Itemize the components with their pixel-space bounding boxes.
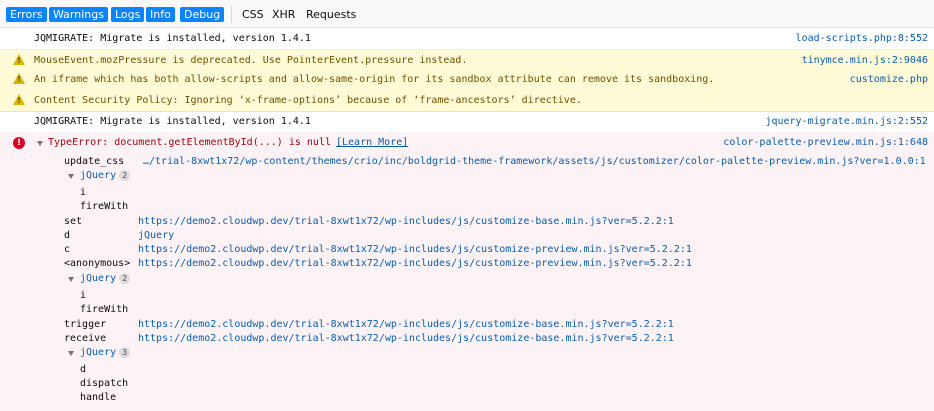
error-source-link[interactable]: color-palette-preview.min.js:1:648: [723, 137, 928, 149]
stack-frame-location[interactable]: jQuery: [138, 230, 174, 242]
stack-frame-function: d: [64, 230, 71, 241]
learn-more-link[interactable]: [Learn More]: [336, 137, 408, 149]
stack-frame-function: set: [64, 216, 83, 227]
filter-errors-button[interactable]: Errors: [6, 7, 47, 22]
stack-frame-function: update_css: [64, 156, 125, 167]
stack-frame-function: d: [80, 364, 87, 375]
stack-frame-location[interactable]: https://demo2.cloudwp.dev/trial-8xwt1x72…: [138, 333, 674, 345]
error-icon: !: [13, 137, 25, 149]
message-source-link[interactable]: load-scripts.php:8:552: [796, 33, 928, 45]
message-text: JQMIGRATE: Migrate is installed, version…: [34, 33, 311, 44]
message-text: An iframe which has both allow-scripts a…: [34, 74, 715, 85]
message-source-link[interactable]: customize.php: [850, 74, 928, 86]
message-text: Content Security Policy: Ignoring ‘x-fra…: [34, 95, 582, 106]
stack-frame-function: c: [64, 244, 71, 255]
group-collapse-icon[interactable]: [68, 351, 74, 356]
group-collapse-icon[interactable]: [68, 277, 74, 282]
filter-requests-button[interactable]: Requests: [302, 7, 360, 22]
message-source-link[interactable]: jquery-migrate.min.js:2:552: [765, 116, 928, 128]
warning-icon: !: [13, 54, 25, 65]
stack-group-jquery[interactable]: jQuery 2: [80, 170, 131, 182]
stack-frame-location[interactable]: https://demo2.cloudwp.dev/trial-8xwt1x72…: [138, 319, 674, 331]
stack-frame-location[interactable]: …/trial-8xwt1x72/wp-content/themes/crio/…: [143, 156, 926, 168]
frame-count-badge: 2: [119, 170, 131, 181]
filter-logs-button[interactable]: Logs: [111, 7, 145, 22]
stack-group-jquery[interactable]: jQuery 3: [80, 347, 131, 359]
console-message-log: JQMIGRATE: Migrate is installed, version…: [0, 111, 934, 133]
console-message-log: JQMIGRATE: Migrate is installed, version…: [0, 28, 934, 50]
filter-css-button[interactable]: CSS: [238, 7, 268, 22]
stack-frame-function: i: [80, 290, 87, 301]
group-collapse-icon[interactable]: [68, 174, 74, 179]
console-filter-toolbar: Errors Warnings Logs Info Debug CSS XHR …: [0, 0, 934, 28]
stack-frame-function: fireWith: [80, 201, 129, 212]
stack-frame-function: i: [80, 187, 87, 198]
message-text: MouseEvent.mozPressure is deprecated. Us…: [34, 55, 468, 66]
stack-frame-function: <anonymous>: [64, 258, 131, 269]
stack-frame-location[interactable]: https://demo2.cloudwp.dev/trial-8xwt1x72…: [138, 216, 674, 228]
console-message-warning: ! An iframe which has both allow-scripts…: [0, 69, 934, 91]
frame-count-badge: 3: [119, 347, 131, 358]
filter-debug-button[interactable]: Debug: [180, 7, 225, 22]
frame-count-badge: 2: [119, 273, 131, 284]
stack-frame-function: trigger: [64, 319, 107, 330]
filter-info-button[interactable]: Info: [146, 7, 175, 22]
stack-frame-location[interactable]: https://demo2.cloudwp.dev/trial-8xwt1x72…: [138, 244, 692, 256]
message-source-link[interactable]: tinymce.min.js:2:9046: [802, 55, 928, 67]
error-expand-icon[interactable]: [37, 141, 43, 146]
stack-frame-function: handle: [80, 392, 117, 403]
stack-frame-location[interactable]: https://demo2.cloudwp.dev/trial-8xwt1x72…: [138, 258, 692, 270]
error-title: TypeError: document.getElementById(...) …: [48, 137, 331, 148]
stack-frame-function: fireWith: [80, 304, 129, 315]
filter-xhr-button[interactable]: XHR: [268, 7, 299, 22]
stack-frame-function: receive: [64, 333, 107, 344]
warning-icon: !: [13, 73, 25, 84]
warning-icon: !: [13, 94, 25, 105]
console-message-error: [0, 132, 934, 411]
stack-group-jquery[interactable]: jQuery 2: [80, 273, 131, 285]
filter-warnings-button[interactable]: Warnings: [49, 7, 108, 22]
stack-frame-function: dispatch: [80, 378, 129, 389]
console-message-warning: ! Content Security Policy: Ignoring ‘x-f…: [0, 90, 934, 112]
message-text: JQMIGRATE: Migrate is installed, version…: [34, 116, 311, 127]
toolbar-separator: [231, 6, 232, 23]
